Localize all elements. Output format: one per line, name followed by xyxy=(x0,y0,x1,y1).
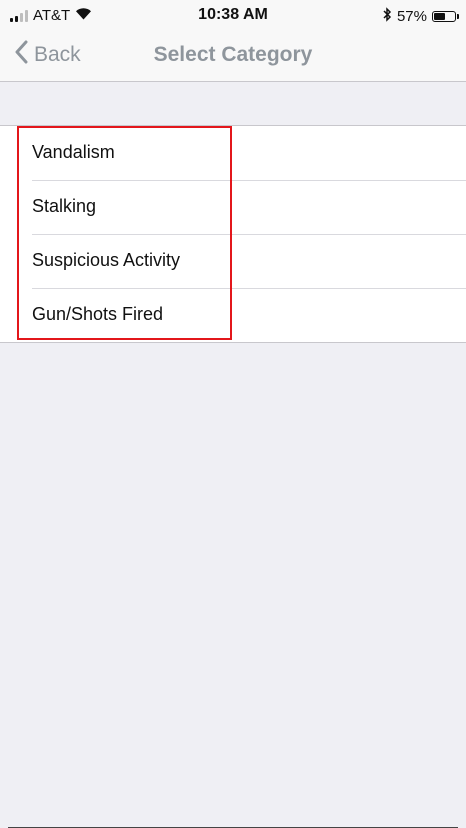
battery-percent: 57% xyxy=(396,8,427,25)
category-label: Stalking xyxy=(32,196,97,216)
page-title: Select Category xyxy=(153,43,313,66)
battery-icon xyxy=(432,11,459,22)
category-item-suspicious-activity[interactable]: Suspicious Activity xyxy=(0,234,466,288)
bluetooth-icon xyxy=(382,7,392,26)
category-label: Gun/Shots Fired xyxy=(32,304,164,324)
category-item-vandalism[interactable]: Vandalism xyxy=(0,126,466,180)
category-item-stalking[interactable]: Stalking xyxy=(0,180,466,234)
battery-level xyxy=(434,13,445,20)
category-label: Suspicious Activity xyxy=(32,250,181,270)
navigation-bar: Back Select Category xyxy=(0,30,466,82)
status-bar: AT&T 10:38 AM 57% xyxy=(0,0,466,30)
category-item-gun-shots-fired[interactable]: Gun/Shots Fired xyxy=(0,288,466,342)
status-right: 57% xyxy=(382,7,459,26)
category-label: Vandalism xyxy=(32,142,115,162)
category-list: Vandalism Stalking Suspicious Activity G… xyxy=(0,125,466,343)
